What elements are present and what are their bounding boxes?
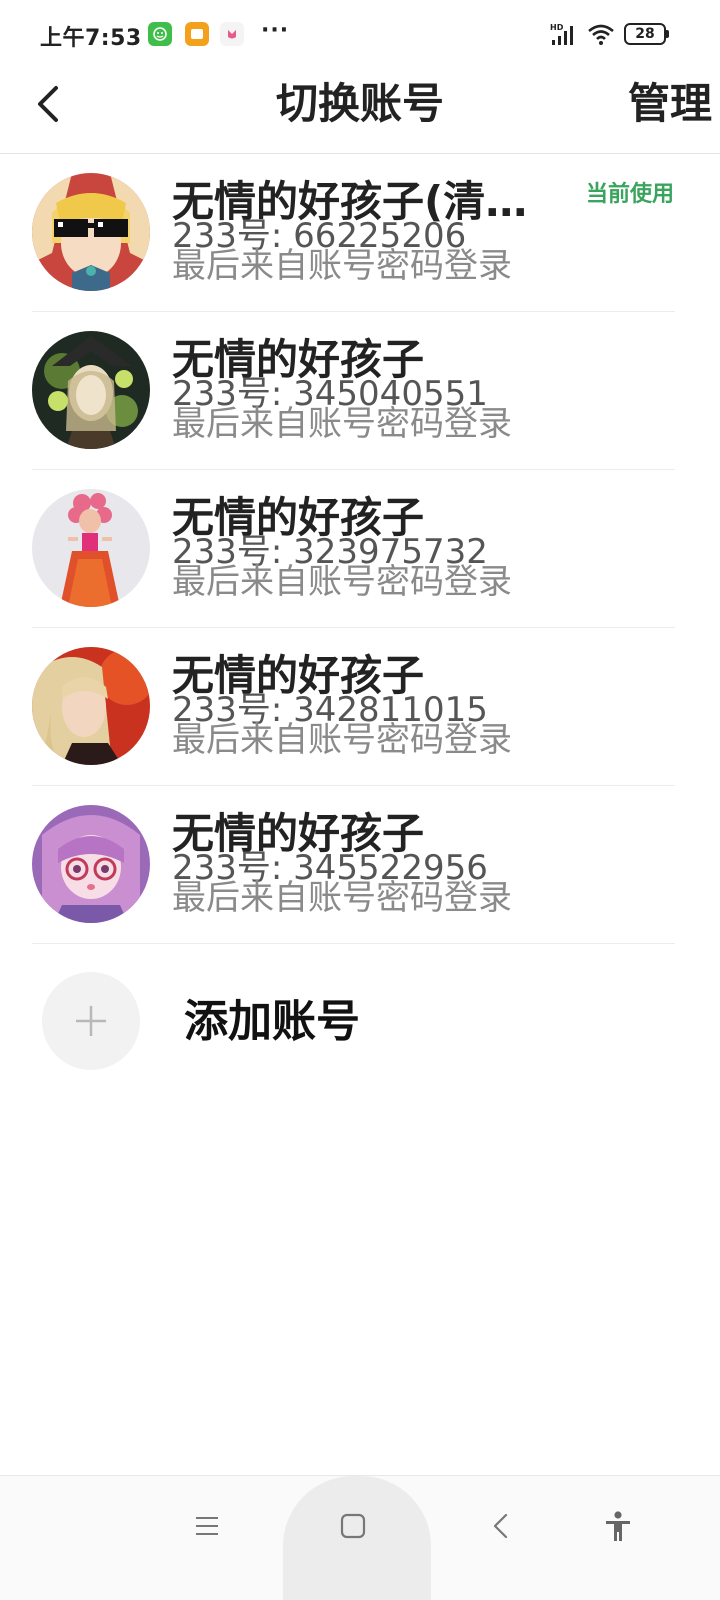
recent-apps-button[interactable] — [187, 1506, 227, 1546]
system-back-button[interactable] — [481, 1506, 521, 1546]
account-login-method: 最后来自账号密码登录 — [172, 878, 512, 918]
account-login-method: 最后来自账号密码登录 — [172, 720, 512, 760]
account-item[interactable]: 无情的好孩子 233号: 323975732 最后来自账号密码登录 — [0, 470, 720, 628]
status-time: 上午7:53 — [40, 26, 142, 51]
app-notification-icon — [185, 22, 209, 46]
wifi-icon — [588, 24, 614, 45]
add-account-button[interactable] — [42, 972, 140, 1070]
account-item[interactable]: 无情的好孩子 233号: 345040551 最后来自账号密码登录 — [0, 312, 720, 470]
app-notification-icon — [148, 22, 172, 46]
accessibility-button[interactable] — [598, 1506, 638, 1546]
add-account-row[interactable]: 添加账号 — [0, 962, 720, 1082]
top-app-bar: 切换账号 管理 — [0, 68, 720, 154]
avatar — [32, 647, 150, 765]
add-account-label: 添加账号 — [184, 996, 360, 1047]
account-list: 无情的好孩子(清… 233号: 66225206 最后来自账号密码登录 当前使用… — [0, 154, 720, 944]
more-notifications-icon: ··· — [261, 18, 290, 43]
plus-icon — [76, 1006, 106, 1036]
battery-icon: 28 — [624, 23, 670, 45]
accessibility-icon — [606, 1511, 630, 1541]
avatar — [32, 173, 150, 291]
menu-icon — [196, 1517, 218, 1535]
account-login-method: 最后来自账号密码登录 — [172, 246, 512, 286]
app-notification-icon — [220, 22, 244, 46]
chevron-left-icon — [493, 1513, 508, 1539]
page-title: 切换账号 — [275, 79, 444, 128]
svg-text:HD: HD — [550, 23, 564, 32]
avatar — [32, 489, 150, 607]
account-login-method: 最后来自账号密码登录 — [172, 562, 512, 602]
home-button[interactable] — [333, 1506, 373, 1546]
system-navigation-bar — [0, 1475, 720, 1600]
account-item[interactable]: 无情的好孩子(清… 233号: 66225206 最后来自账号密码登录 当前使用 — [0, 154, 720, 312]
current-account-badge: 当前使用 — [585, 182, 674, 207]
avatar — [32, 805, 150, 923]
account-item[interactable]: 无情的好孩子 233号: 342811015 最后来自账号密码登录 — [0, 628, 720, 786]
avatar — [32, 331, 150, 449]
battery-level: 28 — [624, 23, 666, 45]
square-icon — [340, 1513, 366, 1539]
manage-button[interactable]: 管理 — [628, 78, 712, 130]
divider — [32, 943, 675, 944]
account-item[interactable]: 无情的好孩子 233号: 345522956 最后来自账号密码登录 — [0, 786, 720, 944]
account-login-method: 最后来自账号密码登录 — [172, 404, 512, 444]
signal-icon: HD — [550, 23, 573, 45]
status-bar: 上午7:53 ··· HD 28 — [0, 0, 720, 68]
